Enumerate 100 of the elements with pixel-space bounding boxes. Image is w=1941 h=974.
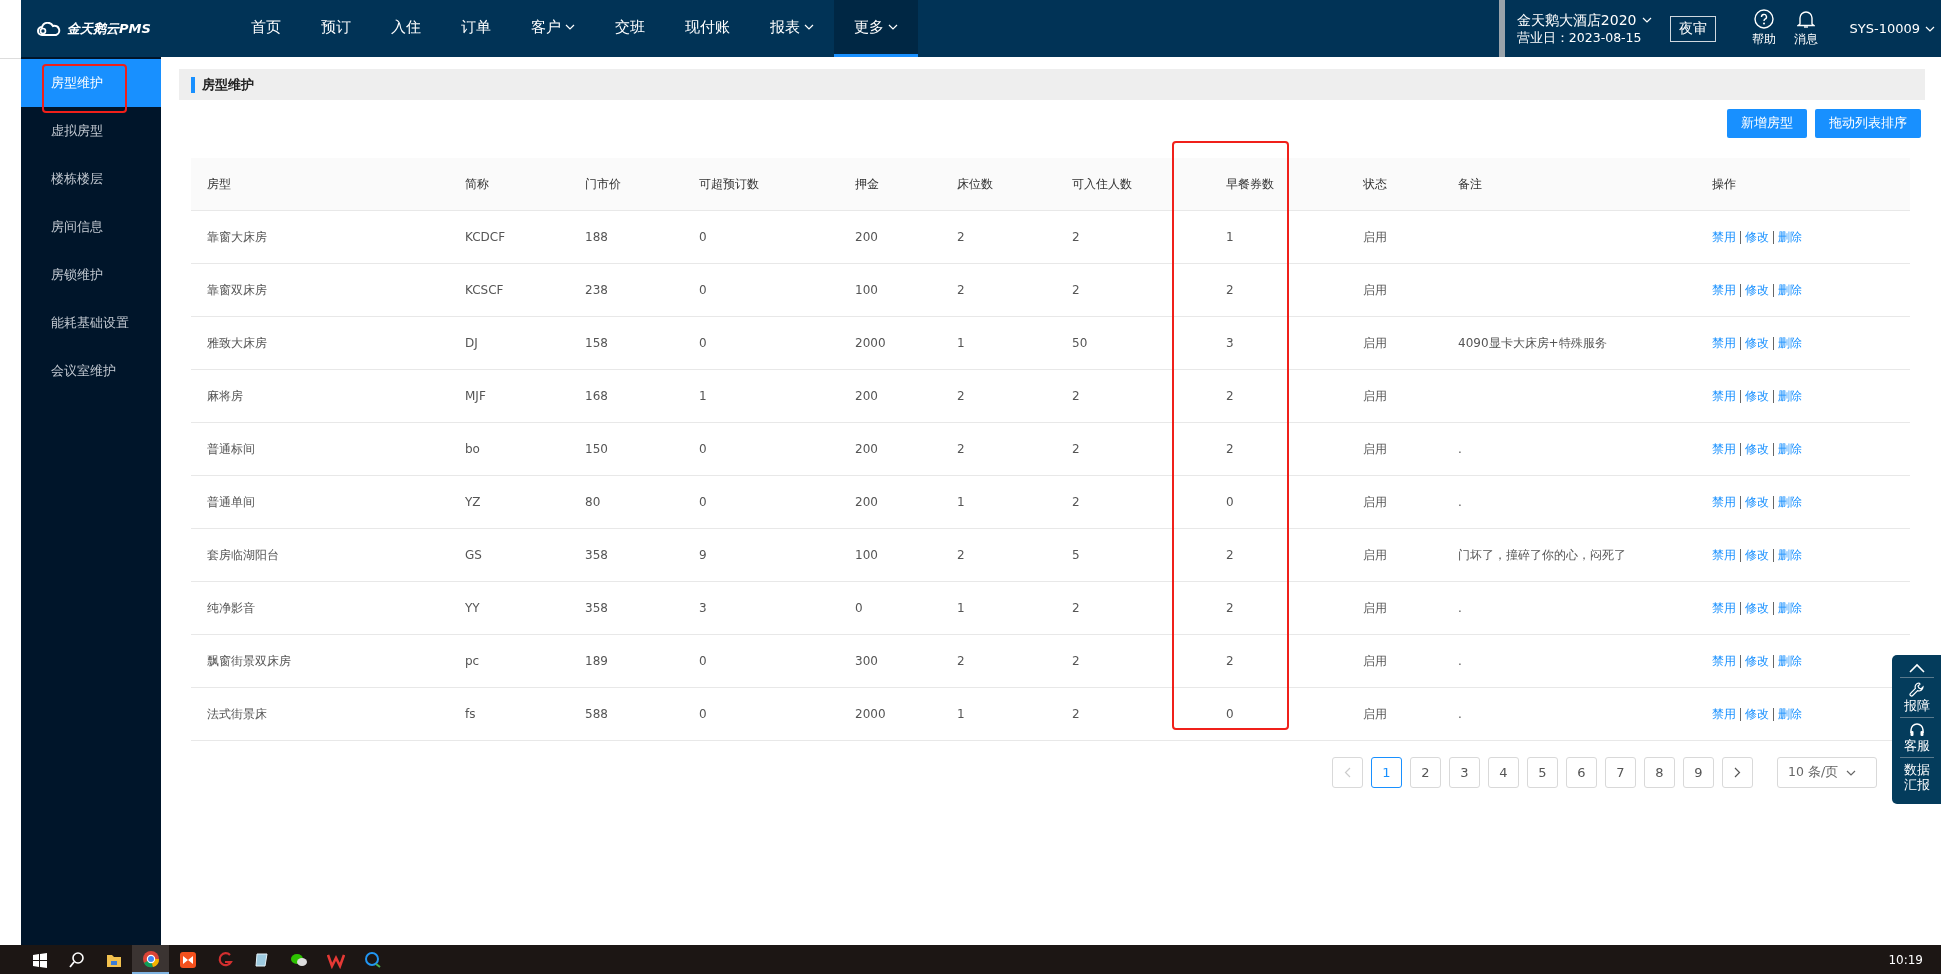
toolbar-button[interactable]: 拖动列表排序 [1815,109,1921,138]
page-button[interactable]: 3 [1449,757,1480,788]
page-size-select[interactable]: 10 条/页 [1777,757,1877,788]
table-cell-text: 2 [1225,654,1235,668]
table-cell-text: 300 [854,654,879,668]
action-link[interactable]: 删除 [1774,334,1806,352]
action-link[interactable]: 修改 [1741,652,1773,670]
action-link[interactable]: 修改 [1741,387,1773,405]
page-button[interactable]: 4 [1488,757,1519,788]
action-link[interactable]: 删除 [1774,228,1806,246]
table-cell-text: 2 [1071,230,1081,244]
nav-tab[interactable]: 订单 [441,0,511,57]
table-cell-text: . [1457,707,1463,721]
panel-link[interactable]: 客服 [1901,738,1932,753]
nav-tab[interactable]: 更多 [834,0,918,57]
column-header: 早餐券数 [1225,175,1275,193]
table-cell-text: 1 [956,336,966,350]
table-cell-text: pc [464,654,481,668]
page-button[interactable]: 1 [1371,757,1402,788]
action-link[interactable]: 禁用 [1712,546,1740,564]
table-cell-text: 189 [584,654,609,668]
table-cell-text: 0 [698,336,708,350]
action-link[interactable]: 修改 [1741,281,1773,299]
table-cell-text: 启用 [1362,387,1388,405]
action-link[interactable]: 禁用 [1712,705,1740,723]
action-link[interactable]: 禁用 [1712,599,1740,617]
table-cell-text: 雅致大床房 [206,334,268,352]
table-cell-text: 2 [1071,389,1081,403]
nav-tab[interactable]: 客户 [511,0,595,57]
sidebar-item[interactable]: 虚拟房型 [21,107,161,155]
table-cell-text: 1 [698,389,708,403]
column-header: 简称 [464,175,490,193]
action-link[interactable]: 删除 [1774,493,1806,511]
action-link[interactable]: 修改 [1741,228,1773,246]
table-cell-text: 启用 [1362,599,1388,617]
action-link[interactable]: 禁用 [1712,493,1740,511]
nav-tab[interactable]: 现付账 [665,0,750,57]
panel-link[interactable]: 数据汇报 [1901,762,1932,792]
toolbar-button[interactable]: 新增房型 [1727,109,1807,138]
sidebar-item[interactable]: 房型维护 [21,59,161,107]
logo-text: 金天鹅云PMS [67,19,151,38]
nav-tab[interactable]: 入住 [371,0,441,57]
messages-label[interactable]: 消息 [1793,31,1818,48]
column-header: 押金 [854,175,880,193]
action-link[interactable]: 删除 [1774,652,1806,670]
action-link[interactable]: 禁用 [1712,387,1740,405]
action-link[interactable]: 删除 [1774,387,1806,405]
action-link[interactable]: 禁用 [1712,334,1740,352]
page-button[interactable]: 6 [1566,757,1597,788]
sidebar-item[interactable]: 能耗基础设置 [21,299,161,347]
table-cell-text: 0 [698,442,708,456]
page-button[interactable]: 9 [1683,757,1714,788]
action-link[interactable]: 禁用 [1712,652,1740,670]
action-link[interactable]: 修改 [1741,705,1773,723]
page-button[interactable]: 8 [1644,757,1675,788]
table-cell-text: 2000 [854,336,887,350]
table-cell-text: 200 [854,230,879,244]
nav-tab[interactable]: 首页 [231,0,301,57]
action-link[interactable]: 修改 [1741,546,1773,564]
action-link[interactable]: 删除 [1774,599,1806,617]
action-link[interactable]: 禁用 [1712,228,1740,246]
table-cell-text: 1 [1225,230,1235,244]
column-header: 备注 [1457,175,1483,193]
table-cell-text: 麻将房 [206,387,244,405]
table-cell-text: 200 [854,442,879,456]
help-label[interactable]: 帮助 [1751,31,1776,48]
table-cell-text: 2 [1225,548,1235,562]
action-link[interactable]: 禁用 [1712,281,1740,299]
nav-tab[interactable]: 交班 [595,0,665,57]
action-link[interactable]: 删除 [1774,440,1806,458]
table-cell-text: 2 [1071,442,1081,456]
table-cell-text: fs [464,707,477,721]
page-button[interactable]: 5 [1527,757,1558,788]
action-link[interactable]: 删除 [1774,546,1806,564]
action-link[interactable]: 修改 [1741,334,1773,352]
night-audit-button[interactable]: 夜审 [1669,15,1716,42]
user-name[interactable]: SYS-10009 [1849,21,1920,36]
table-cell-text: YZ [464,495,482,509]
sidebar-item[interactable]: 房间信息 [21,203,161,251]
table-cell-text: 358 [584,601,609,615]
table-cell-text: 2 [956,442,966,456]
table-cell-text: 188 [584,230,609,244]
page-button[interactable]: 7 [1605,757,1636,788]
action-link[interactable]: 修改 [1741,599,1773,617]
page-button[interactable]: 2 [1410,757,1441,788]
nav-tab[interactable]: 预订 [301,0,371,57]
panel-link[interactable]: 报障 [1901,698,1932,713]
action-link[interactable]: 修改 [1741,440,1773,458]
action-link[interactable]: 禁用 [1712,440,1740,458]
sidebar-item[interactable]: 会议室维护 [21,347,161,395]
hotel-name[interactable]: 金天鹅大酒店2020 [1516,10,1637,29]
action-link[interactable]: 修改 [1741,493,1773,511]
action-link[interactable]: 删除 [1774,705,1806,723]
sidebar-item[interactable]: 房锁维护 [21,251,161,299]
sidebar-item[interactable]: 楼栋楼层 [21,155,161,203]
table-cell-text: 2 [1071,495,1081,509]
table-cell-text: 2000 [854,707,887,721]
action-link[interactable]: 删除 [1774,281,1806,299]
nav-tab[interactable]: 报表 [750,0,834,57]
table-cell-text: 2 [956,654,966,668]
